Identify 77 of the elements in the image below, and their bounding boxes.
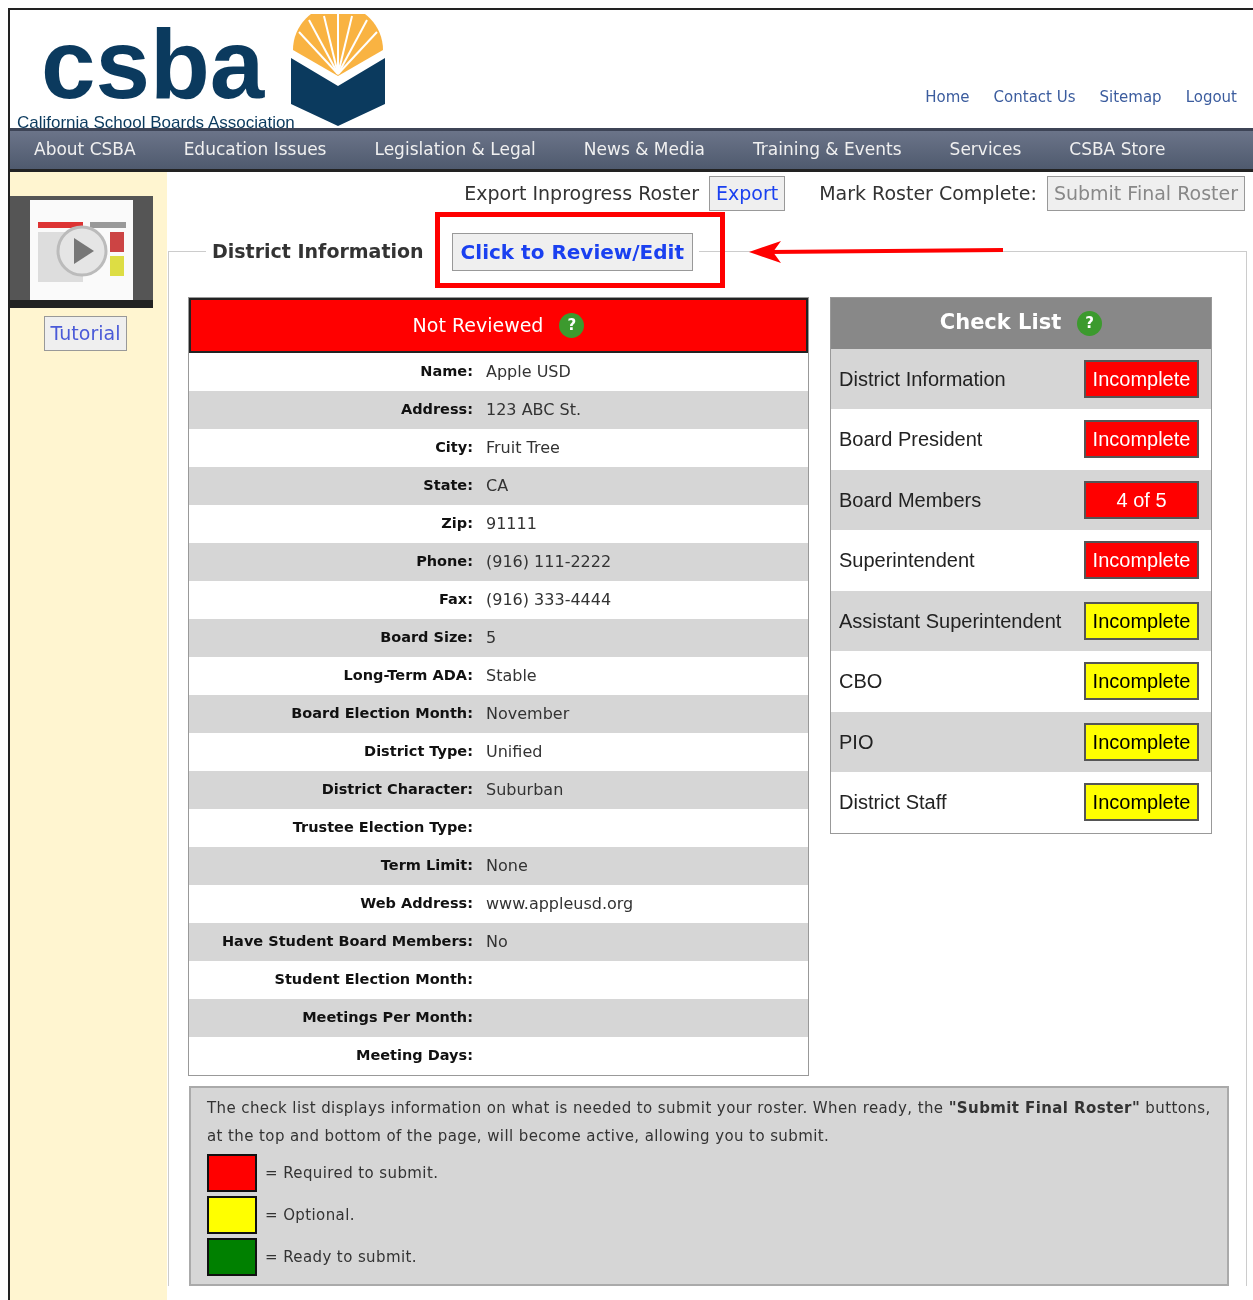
legend-label: = Ready to submit. <box>265 1246 417 1268</box>
nav-link[interactable]: Training & Events <box>752 137 902 163</box>
status-badge: Incomplete <box>1084 359 1199 398</box>
field-value: CA <box>486 474 509 497</box>
field-label: Board Election Month: <box>290 703 474 723</box>
checklist-item: Board Members <box>839 487 982 513</box>
help-icon[interactable]: ? <box>559 312 585 338</box>
field-label: Trustee Election Type: <box>291 817 474 837</box>
field-value: None <box>486 854 528 877</box>
field-value: Unified <box>486 740 543 763</box>
status-badge: Incomplete <box>1084 420 1199 459</box>
field-value: 91111 <box>486 512 537 535</box>
field-label: Student Election Month: <box>273 969 474 989</box>
field-label: Term Limit: <box>379 855 474 875</box>
field-value: 123 ABC St. <box>486 398 582 421</box>
field-value: (916) 111-2222 <box>486 550 612 573</box>
field-label: Address: <box>399 399 474 419</box>
review-edit-button[interactable]: Click to Review/Edit <box>451 232 693 271</box>
legend-label: = Required to submit. <box>265 1162 439 1184</box>
export-label: Export Inprogress Roster <box>464 181 699 207</box>
header-link[interactable]: Sitemap <box>1099 86 1162 109</box>
field-label: District Character: <box>320 779 474 799</box>
checklist-item: Assistant Superintendent <box>839 608 1062 634</box>
help-icon[interactable]: ? <box>1077 310 1103 336</box>
status-badge: Incomplete <box>1084 662 1199 701</box>
checklist-item: Board President <box>839 427 983 453</box>
status-label: Not Reviewed <box>412 312 544 338</box>
nav-link[interactable]: News & Media <box>583 137 705 163</box>
nav-link[interactable]: CSBA Store <box>1069 137 1166 163</box>
field-label: Zip: <box>440 513 474 533</box>
status-badge: Incomplete <box>1084 722 1199 761</box>
field-label: Meetings Per Month: <box>301 1007 474 1027</box>
logo-tagline: California School Boards Association <box>17 112 295 134</box>
legend-text: The check list displays information on what is needed to submit your roster. When ready, the "Submit Final Roster" buttons, at the top and bottom of the page, will become active, allowing you to submit. <box>207 1097 1211 1147</box>
field-label: Have Student Board Members: <box>221 931 474 951</box>
field-label: Long-Term ADA: <box>342 665 474 685</box>
status-badge: Incomplete <box>1084 601 1199 640</box>
nav-link[interactable]: About CSBA <box>34 137 136 163</box>
field-value: November <box>486 702 570 725</box>
status-badge: 4 of 5 <box>1084 480 1199 519</box>
field-label: Fax: <box>438 589 474 609</box>
field-value: Fruit Tree <box>486 436 560 459</box>
nav-link[interactable]: Education Issues <box>183 137 327 163</box>
field-label: Board Size: <box>379 627 474 647</box>
field-label: District Type: <box>363 741 474 761</box>
header-link[interactable]: Logout <box>1185 86 1237 109</box>
field-value: 5 <box>486 626 497 649</box>
field-label: Phone: <box>415 551 474 571</box>
field-label: Name: <box>419 361 474 381</box>
field-label: City: <box>434 437 474 457</box>
checklist-item: District Staff <box>839 790 947 816</box>
section-title: District Information <box>212 242 424 262</box>
header-link[interactable]: Home <box>925 86 970 109</box>
checklist-title: Check List <box>939 309 1062 337</box>
nav-link[interactable]: Legislation & Legal <box>374 137 536 163</box>
checklist-item: PIO <box>839 729 874 755</box>
field-label: Meeting Days: <box>355 1045 474 1065</box>
field-value: www.appleusd.org <box>486 892 634 915</box>
checklist-item: District Information <box>839 366 1006 392</box>
status-badge: Incomplete <box>1084 541 1199 580</box>
field-value: Suburban <box>486 778 564 801</box>
checklist-item: CBO <box>839 669 883 695</box>
field-label: State: <box>422 475 474 495</box>
header-link[interactable]: Contact Us <box>993 86 1076 109</box>
field-value: (916) 333-4444 <box>486 588 612 611</box>
tutorial-button[interactable]: Tutorial <box>43 316 128 351</box>
checklist-item: Superintendent <box>839 548 975 574</box>
status-badge: Incomplete <box>1084 783 1199 822</box>
field-value: Apple USD <box>486 360 571 383</box>
field-value: No <box>486 930 508 953</box>
complete-label: Mark Roster Complete: <box>819 181 1037 207</box>
nav-link[interactable]: Services <box>949 137 1022 163</box>
logo-wordmark: csba <box>41 22 265 106</box>
export-button[interactable]: Export <box>708 176 786 211</box>
field-value: Stable <box>486 664 537 687</box>
legend-label: = Optional. <box>265 1204 355 1226</box>
field-label: Web Address: <box>359 893 474 913</box>
